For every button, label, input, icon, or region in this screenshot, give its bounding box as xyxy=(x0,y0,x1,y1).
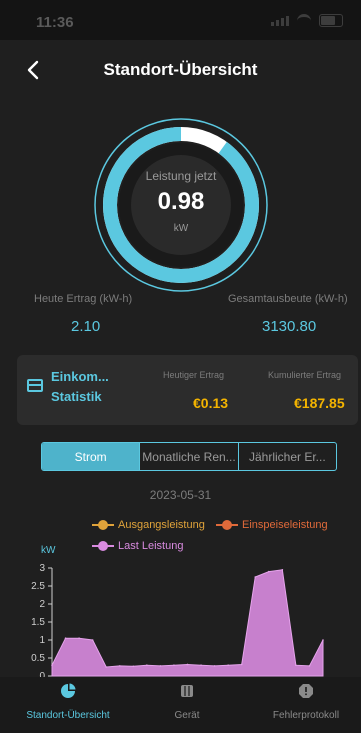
device-icon xyxy=(181,685,193,697)
y-tick-label: 2 xyxy=(39,599,45,610)
data-point xyxy=(240,663,243,666)
income-statistics-card[interactable]: Einkom... Statistik Heutiger Ertrag €0.1… xyxy=(17,355,358,425)
today-yield-value: 2.10 xyxy=(71,318,101,335)
nav-standort-uebersicht[interactable]: Standort-Übersicht xyxy=(8,683,128,721)
gauge-unit: kW xyxy=(173,223,189,234)
wifi-icon xyxy=(297,14,311,27)
wallet-icon xyxy=(27,379,43,392)
cumulative-income-label: Kumulierter Ertrag xyxy=(268,370,342,380)
data-point xyxy=(118,665,121,667)
income-card-title: Einkom... xyxy=(51,369,109,384)
total-yield-value: 3130.80 xyxy=(262,318,317,335)
legend-last-leistung[interactable]: Last Leistung xyxy=(92,540,183,552)
y-tick-label: 2.5 xyxy=(31,581,45,592)
page-title: Standort-Übersicht xyxy=(103,60,258,79)
data-point xyxy=(254,576,257,578)
data-point xyxy=(146,664,148,666)
chart-y-unit: kW xyxy=(41,545,56,556)
data-point xyxy=(200,664,202,666)
gauge-value: 0.98 xyxy=(157,188,205,215)
y-tick-label: 3 xyxy=(39,563,45,574)
today-yield-label: Heute Ertrag (kW-h) xyxy=(34,293,133,305)
legend-label: Ausgangsleistung xyxy=(118,519,205,531)
battery-icon xyxy=(319,14,343,27)
signal-icon xyxy=(271,15,289,26)
status-time: 11:36 xyxy=(36,14,74,31)
nav-label: Fehlerprotokoll xyxy=(272,710,340,721)
data-point xyxy=(105,666,107,668)
today-income-label: Heutiger Ertrag xyxy=(163,370,225,380)
data-point xyxy=(132,665,135,668)
period-tabs: Strom Monatliche Ren... Jährlicher Er... xyxy=(41,442,337,471)
bottom-nav: Standort-Übersicht Gerät Fehlerprotokoll xyxy=(0,677,361,733)
nav-bar: Standort-Übersicht xyxy=(0,50,361,90)
legend-ausgangsleistung[interactable]: Ausgangsleistung xyxy=(92,519,205,531)
y-tick-label: 1.5 xyxy=(31,617,45,628)
series-area-last-leistung xyxy=(51,569,324,677)
data-point xyxy=(51,664,53,666)
total-yield-label: Gesamtausbeute (kW-h) xyxy=(228,293,348,305)
status-icons xyxy=(271,14,343,27)
legend-einspeiseleistung[interactable]: Einspeiseleistung xyxy=(216,519,328,531)
data-point xyxy=(64,637,67,639)
data-point xyxy=(186,663,189,666)
legend-marker xyxy=(216,520,238,530)
tab-monthly[interactable]: Monatliche Ren... xyxy=(139,443,237,470)
legend-marker xyxy=(92,541,114,551)
legend-label: Last Leistung xyxy=(118,540,184,552)
data-point xyxy=(322,639,324,641)
today-income-value: €0.13 xyxy=(193,395,229,411)
data-point xyxy=(308,665,311,667)
data-point xyxy=(91,639,94,641)
tab-yearly[interactable]: Jährlicher Er... xyxy=(237,443,336,470)
gauge-label: Leistung jetzt xyxy=(145,169,217,183)
data-point xyxy=(268,570,270,573)
cumulative-income-value: €187.85 xyxy=(294,395,345,411)
data-point xyxy=(173,664,175,666)
tab-strom[interactable]: Strom xyxy=(42,443,140,470)
power-gauge: Leistung jetzt 0.98 kW xyxy=(92,116,270,294)
nav-geraet[interactable]: Gerät xyxy=(127,683,247,721)
data-point xyxy=(159,665,162,667)
data-point xyxy=(295,664,297,666)
status-bar: 11:36 xyxy=(0,0,361,40)
y-tick-label: 1 xyxy=(39,635,45,646)
pie-chart-icon xyxy=(61,683,76,698)
data-point xyxy=(213,665,216,667)
nav-fehlerprotokoll[interactable]: Fehlerprotokoll xyxy=(246,683,361,721)
data-point xyxy=(78,637,80,639)
nav-label: Standort-Übersicht xyxy=(26,710,110,721)
chart-date: 2023-05-31 xyxy=(149,488,212,502)
nav-label: Gerät xyxy=(174,710,200,721)
income-card-subtitle: Statistik xyxy=(51,389,102,404)
data-point xyxy=(281,569,284,571)
warning-octagon-icon xyxy=(299,684,313,698)
y-tick-label: 0.5 xyxy=(31,653,45,664)
data-point xyxy=(227,664,229,666)
legend-marker xyxy=(92,520,114,530)
legend-label: Einspeiseleistung xyxy=(242,519,328,531)
power-chart: 32.521.510.50 xyxy=(31,563,324,680)
